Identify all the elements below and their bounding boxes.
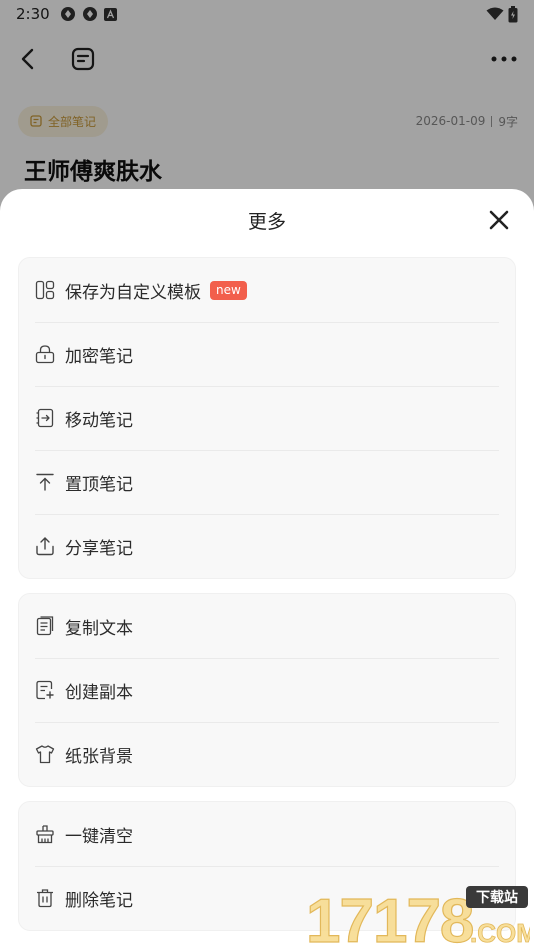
close-button[interactable]	[484, 205, 514, 235]
create-copy-label: 创建副本	[65, 682, 133, 703]
save-as-template-label: 保存为自定义模板	[65, 282, 201, 303]
new-badge: new	[210, 280, 247, 300]
duplicate-icon	[35, 680, 55, 700]
sheet-title: 更多	[247, 211, 286, 233]
clear-icon	[35, 824, 55, 844]
copy-text-item[interactable]: 复制文本	[19, 594, 515, 658]
copy-text-label: 复制文本	[65, 618, 133, 639]
save-as-template-item[interactable]: 保存为自定义模板 new	[19, 258, 515, 322]
share-note-label: 分享笔记	[65, 538, 133, 559]
pin-note-label: 置顶笔记	[65, 474, 133, 495]
watermark-domain: .COM	[470, 918, 530, 946]
share-icon	[35, 536, 55, 556]
close-icon	[489, 210, 509, 230]
sheet-header: 更多	[0, 189, 534, 249]
menu-group-content: 复制文本 创建副本 纸张背景	[18, 593, 516, 787]
encrypt-note-label: 加密笔记	[65, 346, 133, 367]
delete-note-label: 删除笔记	[65, 890, 133, 911]
share-note-item[interactable]: 分享笔记	[19, 514, 515, 578]
template-icon	[35, 280, 55, 300]
watermark-tag: 下载站	[476, 889, 518, 906]
clear-all-label: 一键清空	[65, 826, 133, 847]
more-bottom-sheet: 更多 保存为自定义模板 new 加密笔记 移动笔记 置顶笔记 分享笔记 复制文本…	[0, 189, 534, 948]
paper-background-label: 纸张背景	[65, 746, 133, 767]
clear-all-item[interactable]: 一键清空	[19, 802, 515, 866]
paper-background-item[interactable]: 纸张背景	[19, 722, 515, 786]
move-note-item[interactable]: 移动笔记	[19, 386, 515, 450]
move-note-label: 移动笔记	[65, 410, 133, 431]
lock-icon	[35, 344, 55, 364]
copy-text-icon	[35, 616, 55, 636]
encrypt-note-item[interactable]: 加密笔记	[19, 322, 515, 386]
watermark-number: 17178	[306, 887, 473, 946]
trash-icon	[35, 888, 55, 908]
pin-top-icon	[35, 472, 55, 492]
create-copy-item[interactable]: 创建副本	[19, 658, 515, 722]
menu-group-note-actions: 保存为自定义模板 new 加密笔记 移动笔记 置顶笔记 分享笔记	[18, 257, 516, 579]
move-icon	[35, 408, 55, 428]
paper-background-icon	[35, 744, 55, 764]
pin-note-item[interactable]: 置顶笔记	[19, 450, 515, 514]
site-watermark: 17178 下载站 .COM	[304, 886, 534, 950]
